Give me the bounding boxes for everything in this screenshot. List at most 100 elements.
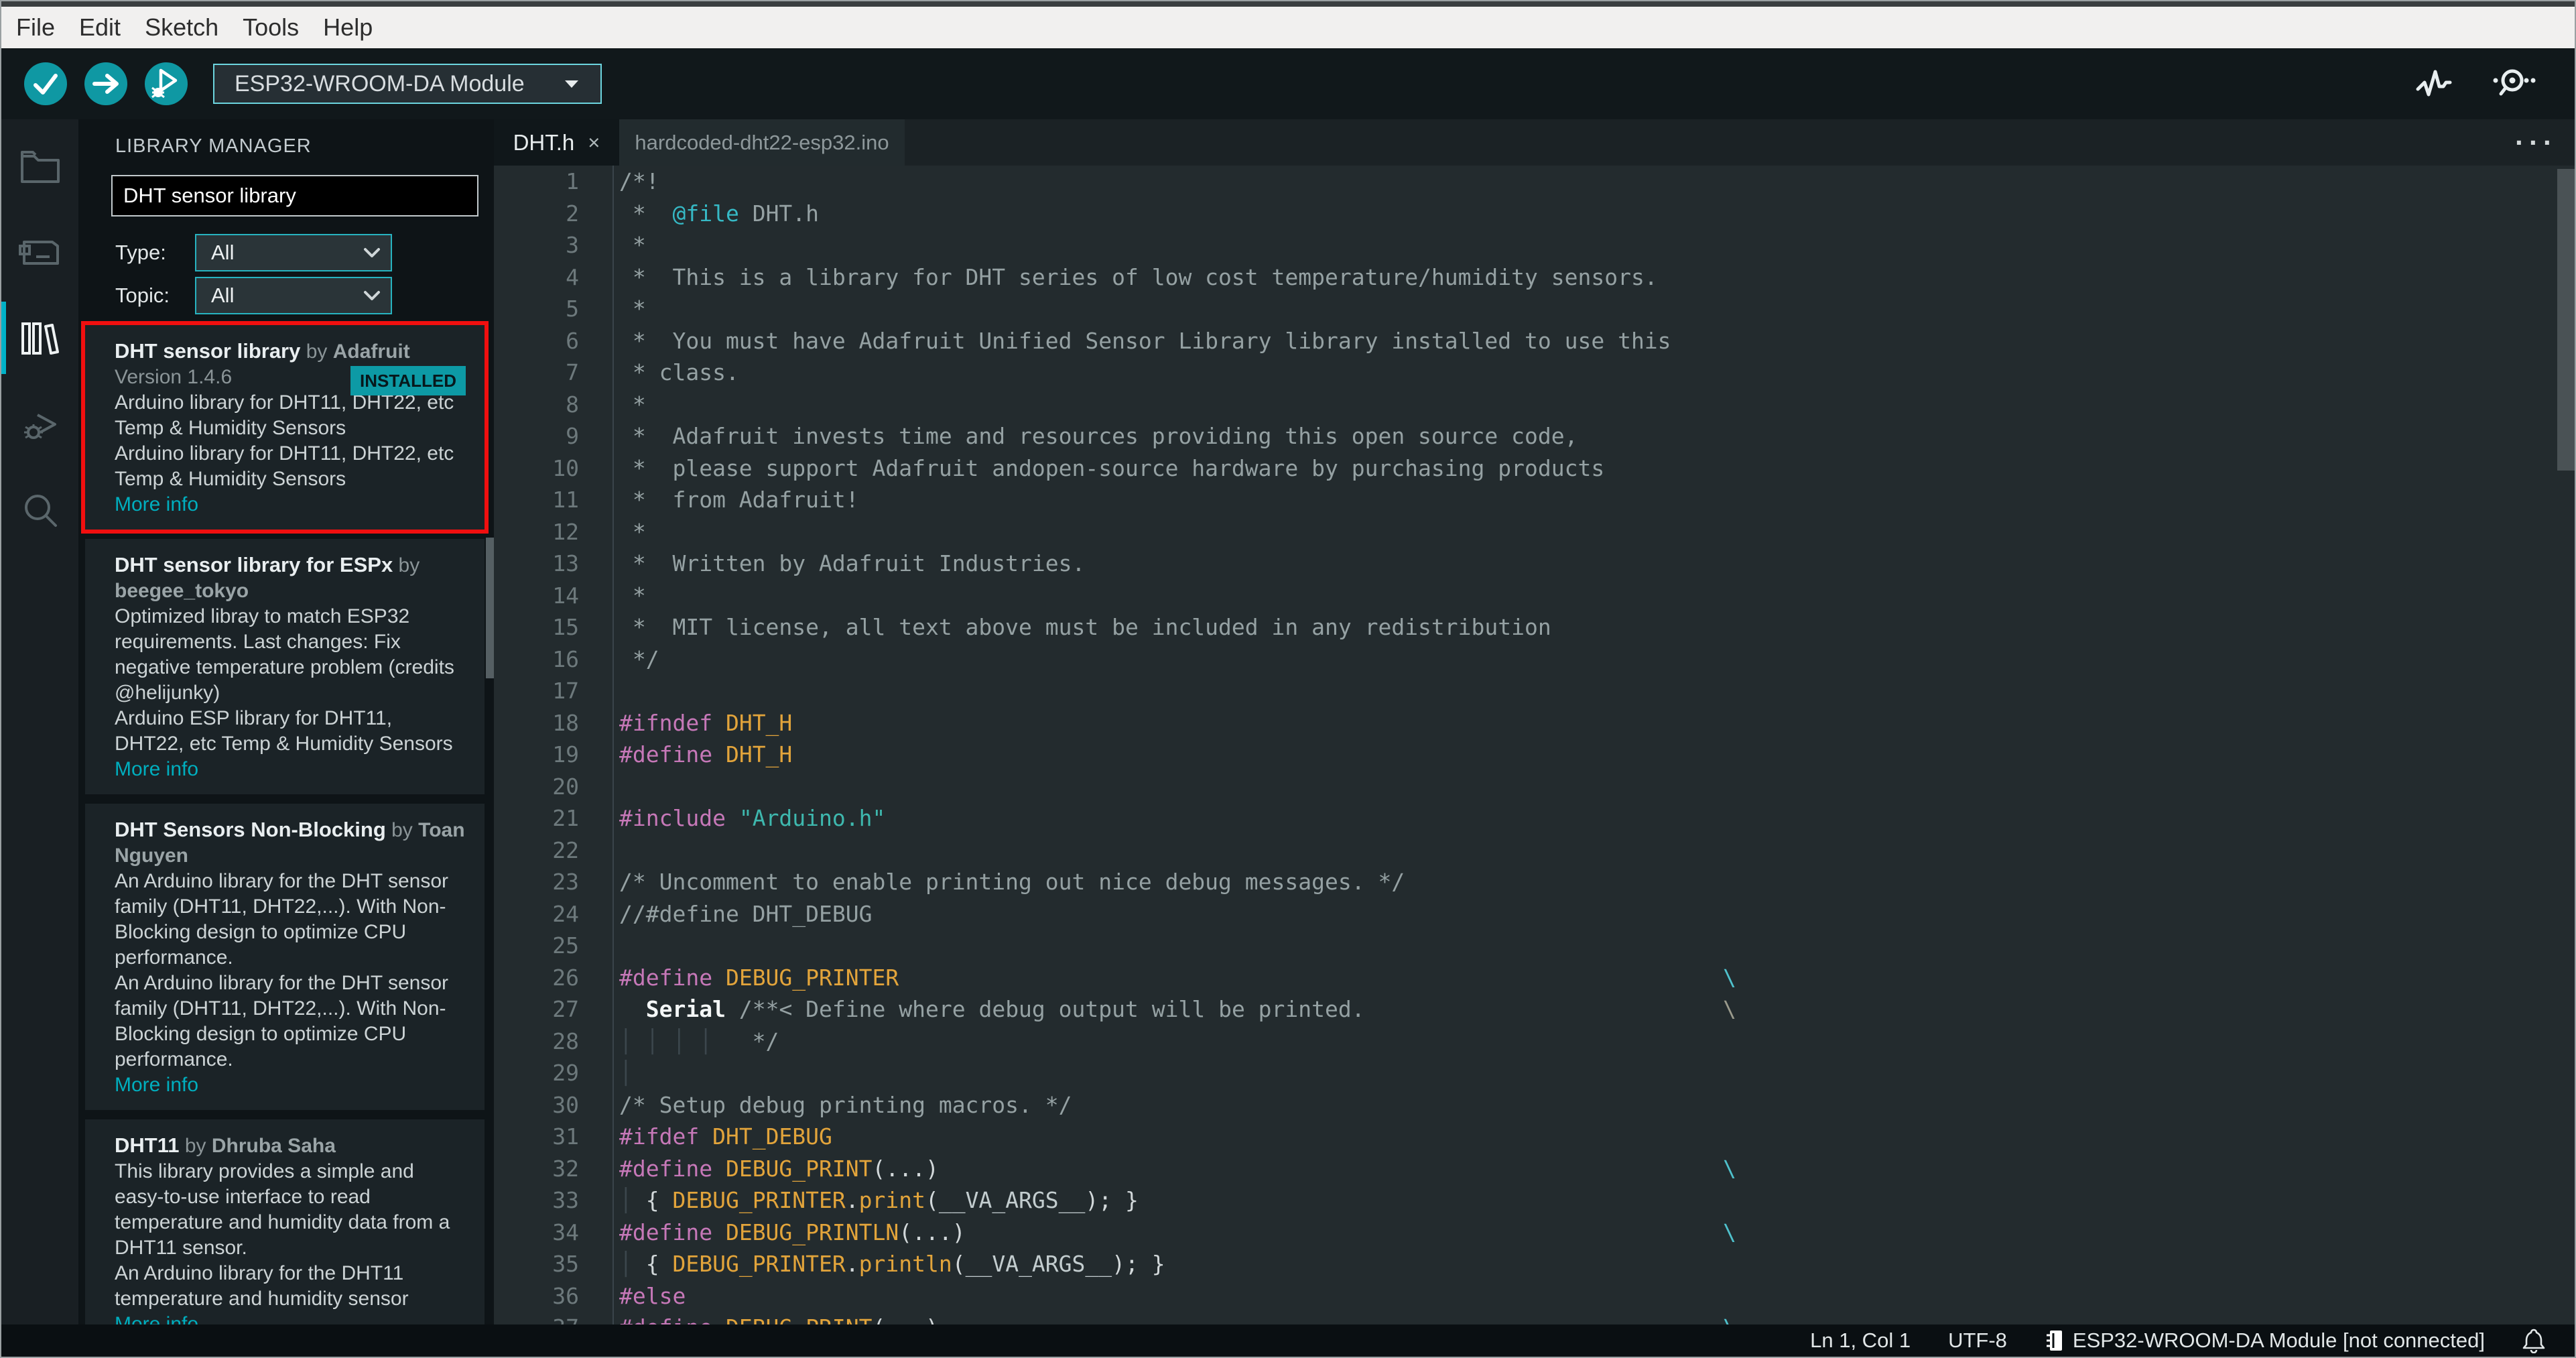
code-line: 22 <box>494 834 2575 866</box>
dropdown-caret-icon <box>562 76 582 92</box>
code-editor[interactable]: 1/*! 2 * @file DHT.h 3 * 4 * This is a libr… <box>494 166 2575 1324</box>
code-line-text: #ifdef DHT_DEBUG <box>613 1121 2575 1153</box>
code-line: 35 │ { DEBUG_PRINTER.println(__VA_ARGS__)… <box>494 1248 2575 1280</box>
board-selector-label: ESP32-WROOM-DA Module <box>235 70 525 97</box>
serial-monitor-icon[interactable] <box>2488 66 2537 102</box>
library-item-title: DHT Sensors Non-Blocking by Toan Nguyen <box>115 817 466 869</box>
code-line-text: * <box>613 293 2575 325</box>
code-line-text: #define DEBUG_PRINTLN(...) \ <box>613 1216 2575 1248</box>
line-number: 8 <box>566 391 579 418</box>
line-number: 2 <box>566 200 579 227</box>
code-line: 23 /* Uncomment to enable printing out ni… <box>494 866 2575 898</box>
sidebar-item-search[interactable] <box>1 471 78 550</box>
right-arrow-icon <box>84 62 127 105</box>
code-line: 9 * Adafruit invests time and resources … <box>494 420 2575 452</box>
more-info-link[interactable]: More info <box>115 757 466 782</box>
board-selector-dropdown[interactable]: ESP32-WROOM-DA Module <box>213 64 602 104</box>
menu-item-sketch[interactable]: Sketch <box>145 13 218 42</box>
code-line-text <box>613 834 2575 866</box>
editor-tab-dht.h[interactable]: DHT.h × <box>494 119 619 166</box>
more-info-link[interactable]: More info <box>115 1312 466 1324</box>
line-number: 1 <box>566 168 579 194</box>
tab-close-icon[interactable]: × <box>588 131 600 155</box>
line-number: 16 <box>552 645 579 672</box>
library-name: DHT sensor library for ESPx <box>115 553 393 576</box>
more-info-link[interactable]: More info <box>115 492 466 517</box>
status-bar: Ln 1, Col 1 UTF-8 ESP32-WROOM-DA Module … <box>1 1324 2575 1357</box>
line-number: 21 <box>552 805 579 831</box>
line-number: 14 <box>552 582 579 609</box>
line-number: 13 <box>552 550 579 576</box>
code-line-text: │ <box>613 1057 2575 1089</box>
library-description: An Arduino library for the DHT sensor fa… <box>115 972 449 1070</box>
sidebar-item-boards-manager[interactable] <box>1 213 78 292</box>
sidebar-item-library-manager[interactable] <box>1 299 78 378</box>
line-number: 36 <box>552 1282 579 1309</box>
code-line: 20 <box>494 770 2575 802</box>
filter-select-topic[interactable]: All <box>195 277 392 314</box>
code-line-text: #else <box>613 1280 2575 1312</box>
line-continuation-backslash: \ <box>1723 1312 1736 1324</box>
library-item[interactable]: DHT11 by Dhruba Saha This library provide… <box>85 1119 485 1324</box>
code-line-text: │ { DEBUG_PRINTER.print(__VA_ARGS__); } <box>613 1184 2575 1217</box>
code-line: 13 * Written by Adafruit Industries. <box>494 548 2575 580</box>
chevron-down-icon <box>364 248 380 257</box>
debug-button[interactable] <box>145 62 188 105</box>
more-info-link[interactable]: More info <box>115 1072 466 1098</box>
code-line: 6 * You must have Adafruit Unified Senso… <box>494 324 2575 357</box>
code-line-text: /*! <box>613 166 2575 198</box>
library-description: This library provides a simple and easy-… <box>115 1160 450 1259</box>
menu-item-file[interactable]: File <box>16 13 55 42</box>
editor-tab-bar: DHT.h × hardcoded-dht22-esp32.ino ··· <box>494 119 2575 166</box>
line-number: 6 <box>566 327 579 354</box>
books-icon <box>20 321 60 356</box>
menu-item-edit[interactable]: Edit <box>79 13 121 42</box>
filter-select-type[interactable]: All <box>195 234 392 271</box>
library-item[interactable]: DHT Sensors Non-Blocking by Toan Nguyen A… <box>85 804 485 1110</box>
upload-button[interactable] <box>84 62 127 105</box>
editor-more-actions-button[interactable]: ··· <box>2515 119 2557 166</box>
line-number: 24 <box>552 900 579 927</box>
code-line-text: /* Setup debug printing macros. */ <box>613 1089 2575 1121</box>
library-item[interactable]: DHT sensor library by Adafruit Version 1.… <box>85 325 485 530</box>
line-number: 20 <box>552 773 579 800</box>
sidebar-item-sketchbook[interactable] <box>1 127 78 206</box>
library-search-input[interactable] <box>111 175 478 217</box>
library-panel-scrollbar[interactable] <box>486 538 494 678</box>
sidebar-item-debug[interactable] <box>1 385 78 464</box>
code-line-text: #define DEBUG_PRINT(...)\ <box>613 1152 2575 1184</box>
library-by-label: by <box>300 341 333 363</box>
library-description: Arduino library for DHT11, DHT22, etc Te… <box>115 442 454 490</box>
library-item[interactable]: DHT sensor library for ESPx by beegee_to… <box>85 539 485 794</box>
code-line: 37#define DEBUG_PRINT(...)\ <box>494 1312 2575 1324</box>
line-number: 10 <box>552 454 579 481</box>
line-continuation-backslash: \ <box>1723 996 1736 1022</box>
library-description: An Arduino library for the DHT sensor fa… <box>115 870 449 969</box>
code-line-text: * <box>613 515 2575 548</box>
menu-item-tools[interactable]: Tools <box>243 13 299 42</box>
filter-label: Topic: <box>115 284 170 307</box>
verify-button[interactable] <box>24 62 67 105</box>
line-number: 5 <box>566 296 579 322</box>
code-line: 16 */ <box>494 643 2575 675</box>
code-line: 31 #ifdef DHT_DEBUG <box>494 1121 2575 1153</box>
code-line-text: * please support Adafruit andopen-source… <box>613 452 2575 484</box>
panel-title: LIBRARY MANAGER <box>115 135 312 157</box>
status-board-info[interactable]: ESP32-WROOM-DA Module [not connected] <box>2045 1329 2485 1353</box>
code-line: 29 │ <box>494 1057 2575 1089</box>
notifications-bell-icon[interactable] <box>2522 1328 2545 1353</box>
code-line-text: * You must have Adafruit Unified Sensor … <box>613 324 2575 357</box>
editor-tab-hardcoded-dht22-esp32.ino[interactable]: hardcoded-dht22-esp32.ino <box>619 119 905 166</box>
code-line-text: //#define DHT_DEBUG <box>613 898 2575 930</box>
check-icon <box>24 62 67 105</box>
code-line-text <box>613 675 2575 707</box>
line-number: 15 <box>552 614 579 640</box>
code-line: 11 * from Adafruit! <box>494 484 2575 516</box>
serial-plotter-icon[interactable] <box>2415 66 2453 101</box>
code-line: 28 │ │ │ │ */ <box>494 1025 2575 1057</box>
code-line: 4 * This is a library for DHT series of … <box>494 261 2575 293</box>
installed-badge: INSTALLED <box>350 366 466 395</box>
menu-item-help[interactable]: Help <box>323 13 373 42</box>
code-line: 3 * <box>494 229 2575 261</box>
code-line: 8 * <box>494 388 2575 420</box>
